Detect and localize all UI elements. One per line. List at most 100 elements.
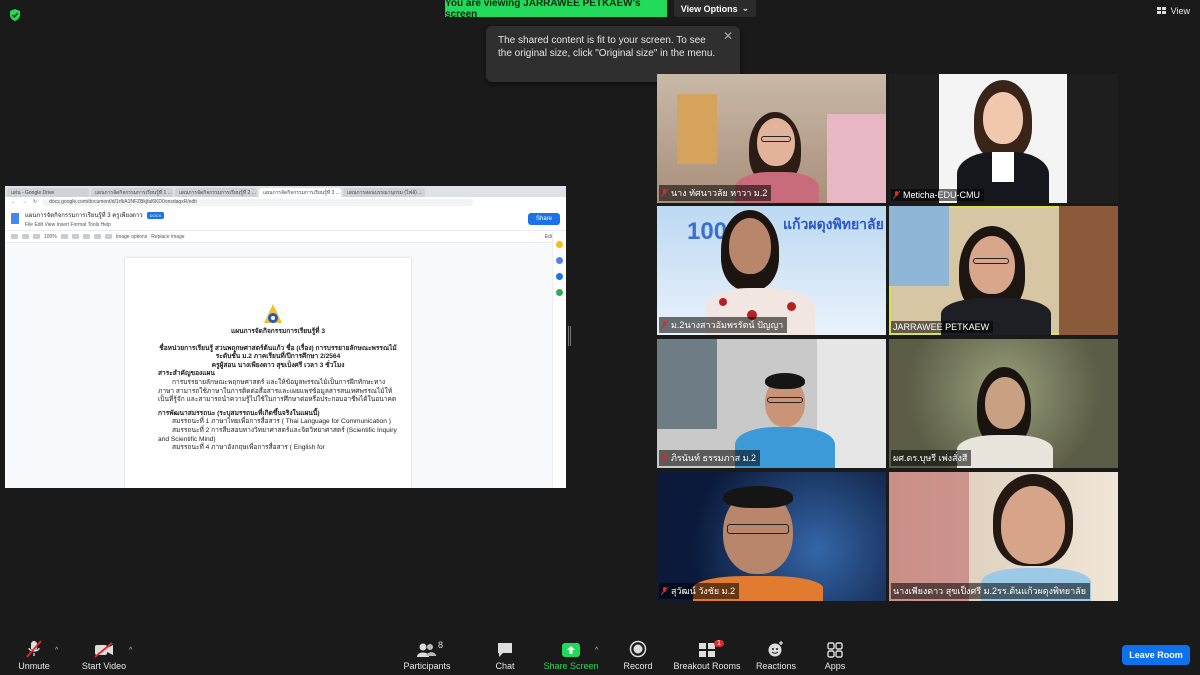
- reactions-label: Reactions: [755, 661, 797, 671]
- undo-icon[interactable]: [11, 234, 18, 239]
- share-caret-icon[interactable]: ^: [595, 647, 598, 654]
- tasks-icon[interactable]: [556, 257, 563, 264]
- reload-icon[interactable]: ↻: [33, 199, 37, 205]
- security-shield-icon[interactable]: [8, 8, 22, 22]
- view-button[interactable]: View: [1156, 6, 1190, 16]
- video-tile-active-speaker[interactable]: JARRAWEE PETKAEW: [889, 206, 1118, 335]
- viewing-screen-banner: You are viewing JARRAWEE PETKAEW's scree…: [445, 0, 667, 20]
- contacts-icon[interactable]: [556, 273, 563, 280]
- mic-muted-icon: [661, 586, 668, 595]
- forward-arrow-icon[interactable]: →: [22, 199, 27, 205]
- doc-heading: แผนการจัดกิจกรรมการเรียนรู้ที่ 3: [230, 328, 326, 335]
- doc-paragraph: สมรรถนะที่ 4 ภาษาอังกฤษเพื่อการสื่อสาร (…: [172, 444, 325, 452]
- participants-label: Participants: [403, 661, 451, 671]
- browser-tab[interactable]: แผนการจัดกิจกรรมการเรียนรู้ที่ 2 ...: [175, 188, 257, 197]
- browser-tab[interactable]: แผนการสอนบรรณานุกรม (ไฟล์) ...: [343, 188, 425, 197]
- browser-tabstrip: แผ่น - Google Drive แผนการจัดกิจกรรมการเ…: [5, 186, 566, 197]
- participant-name: สุวัฒน์ วังชัย ม.2: [671, 586, 736, 596]
- align-icon[interactable]: [82, 234, 90, 239]
- chat-button[interactable]: Chat: [490, 635, 520, 675]
- list-icon[interactable]: [93, 234, 101, 239]
- school-banner-text: แก้วผดุงพิทยาลัย: [783, 216, 884, 232]
- doc-body-text: แผนการจัดกิจกรรมการเรียนรู้ที่ 3 ชื่อหน่…: [158, 328, 398, 453]
- doc-title-block: แผนการจัดกิจกรรมการเรียนรู้ที่ 3 ครูเพีย…: [25, 210, 165, 228]
- participant-name-label: นาง ทัศนาวลัย หาวา ม.2: [659, 185, 772, 201]
- view-label: View: [1170, 6, 1190, 16]
- mic-muted-icon: [661, 320, 668, 329]
- record-icon: [629, 640, 647, 658]
- view-options-button[interactable]: View Options ⌄: [674, 0, 756, 17]
- doc-menu[interactable]: File Edit View Insert Format Tools Help: [25, 222, 164, 228]
- doc-header: แผนการจัดกิจกรรมการเรียนรู้ที่ 3 ครูเพีย…: [5, 207, 566, 231]
- participants-icon: [417, 643, 436, 657]
- participant-name-label: ผศ.ดร.บุษรี เพ่งสั่งสี: [891, 450, 972, 466]
- breakout-rooms-button[interactable]: Breakout Rooms: [672, 635, 742, 675]
- audio-caret-icon[interactable]: ^: [55, 647, 58, 654]
- participant-name-label: JARRAWEE PETKAEW: [891, 321, 994, 333]
- italic-icon[interactable]: [71, 234, 79, 239]
- image-options-button[interactable]: Image options: [116, 234, 147, 240]
- share-screen-button[interactable]: Share Screen: [540, 635, 602, 675]
- video-off-icon: [94, 642, 113, 658]
- breakout-rooms-label: Breakout Rooms: [673, 661, 741, 671]
- chevron-down-icon: ⌄: [741, 3, 750, 13]
- video-tile[interactable]: นางเพียงดาว สุขเป็งศรี ม.2รร.ต้นแก้วผดุง…: [889, 472, 1118, 601]
- participant-name: Meticha-EDU-CMU: [903, 190, 981, 200]
- split-divider-handle[interactable]: [568, 326, 571, 346]
- back-arrow-icon[interactable]: ←: [11, 199, 16, 205]
- close-icon[interactable]: ✕: [723, 30, 733, 43]
- url-field[interactable]: docs.google.com/document/d/1rfkA1NFZBkjf…: [43, 198, 474, 206]
- participant-name-label: สุวัฒน์ วังชัย ม.2: [659, 583, 740, 599]
- participant-name: นางเพียงดาว สุขเป็งศรี ม.2รร.ต้นแก้วผดุง…: [893, 586, 1087, 596]
- unmute-button[interactable]: Unmute: [14, 635, 54, 675]
- doc-toolbar: 100% Image options Replace image Editing: [5, 231, 566, 243]
- mic-muted-icon: [26, 640, 42, 658]
- share-screen-icon: [562, 643, 580, 657]
- doc-paragraph: สมรรถนะที่ 2 การสืบสอบทางวิทยาศาสตร์และจ…: [158, 426, 397, 443]
- keep-icon[interactable]: [556, 241, 563, 248]
- grid-view-icon: [1156, 7, 1166, 14]
- doc-side-panel: [552, 232, 566, 488]
- chat-icon: [498, 643, 512, 657]
- participant-name-label: ภิรนันท์ ธรรมภาส ม.2: [659, 450, 761, 466]
- google-docs-icon[interactable]: [11, 213, 19, 224]
- doc-section-heading: สาระสำคัญของแผน: [158, 370, 215, 378]
- video-tile[interactable]: ภิรนันท์ ธรรมภาส ม.2: [657, 339, 886, 468]
- print-icon[interactable]: [33, 234, 40, 239]
- maps-icon[interactable]: [556, 289, 563, 296]
- participant-name: นาง ทัศนาวลัย หาวา ม.2: [671, 188, 768, 198]
- apps-button[interactable]: Apps: [820, 635, 850, 675]
- video-tile[interactable]: Meticha-EDU-CMU: [889, 74, 1118, 203]
- link-icon[interactable]: [104, 234, 112, 239]
- tooltip-text: The shared content is fit to your screen…: [498, 35, 716, 59]
- unmute-label: Unmute: [18, 661, 50, 671]
- view-options-label: View Options: [680, 3, 738, 14]
- share-button[interactable]: Share: [527, 212, 560, 225]
- address-bar: ← → ↻ docs.google.com/document/d/1rfkA1N…: [5, 197, 566, 207]
- participants-button[interactable]: Participants: [400, 635, 454, 675]
- bold-icon[interactable]: [60, 234, 68, 239]
- start-video-button[interactable]: Start Video: [78, 635, 130, 675]
- zoom-select[interactable]: 100%: [44, 234, 57, 240]
- participant-name: JARRAWEE PETKAEW: [893, 322, 990, 332]
- participant-name-label: นางเพียงดาว สุขเป็งศรี ม.2รร.ต้นแก้วผดุง…: [891, 583, 1091, 599]
- doc-unit: ชื่อหน่วยการเรียนรู้ สวนพฤกษศาสตร์ต้นแก้…: [159, 344, 397, 352]
- redo-icon[interactable]: [22, 234, 29, 239]
- mic-muted-icon: [661, 453, 668, 462]
- reactions-button[interactable]: Reactions: [754, 635, 798, 675]
- doc-title[interactable]: แผนการจัดกิจกรรมการเรียนรู้ที่ 3 ครูเพีย…: [25, 213, 143, 219]
- video-tile[interactable]: นาง ทัศนาวลัย หาวา ม.2: [657, 74, 886, 203]
- video-caret-icon[interactable]: ^: [129, 647, 132, 654]
- browser-tab[interactable]: แผ่น - Google Drive: [7, 188, 89, 197]
- video-tile[interactable]: 100 แก้วผดุงพิทยาลัย ม.2นางสาวอัมพรรัตน์…: [657, 206, 886, 335]
- start-video-label: Start Video: [81, 661, 127, 671]
- leave-room-button[interactable]: Leave Room: [1122, 645, 1190, 665]
- browser-tab[interactable]: แผนการจัดกิจกรรมการเรียนรู้ที่ 1 ...: [91, 188, 173, 197]
- participants-count: 8: [438, 640, 444, 650]
- doc-paragraph: การบรรยายลักษณะพฤกษศาสตร์ และให้ข้อมูลพร…: [158, 378, 397, 404]
- record-button[interactable]: Record: [620, 635, 656, 675]
- video-tile[interactable]: สุวัฒน์ วังชัย ม.2: [657, 472, 886, 601]
- video-tile[interactable]: ผศ.ดร.บุษรี เพ่งสั่งสี: [889, 339, 1118, 468]
- replace-image-button[interactable]: Replace image: [151, 234, 184, 240]
- browser-tab-active[interactable]: แผนการจัดกิจกรรมการเรียนรู้ที่ 3 ...: [259, 188, 341, 197]
